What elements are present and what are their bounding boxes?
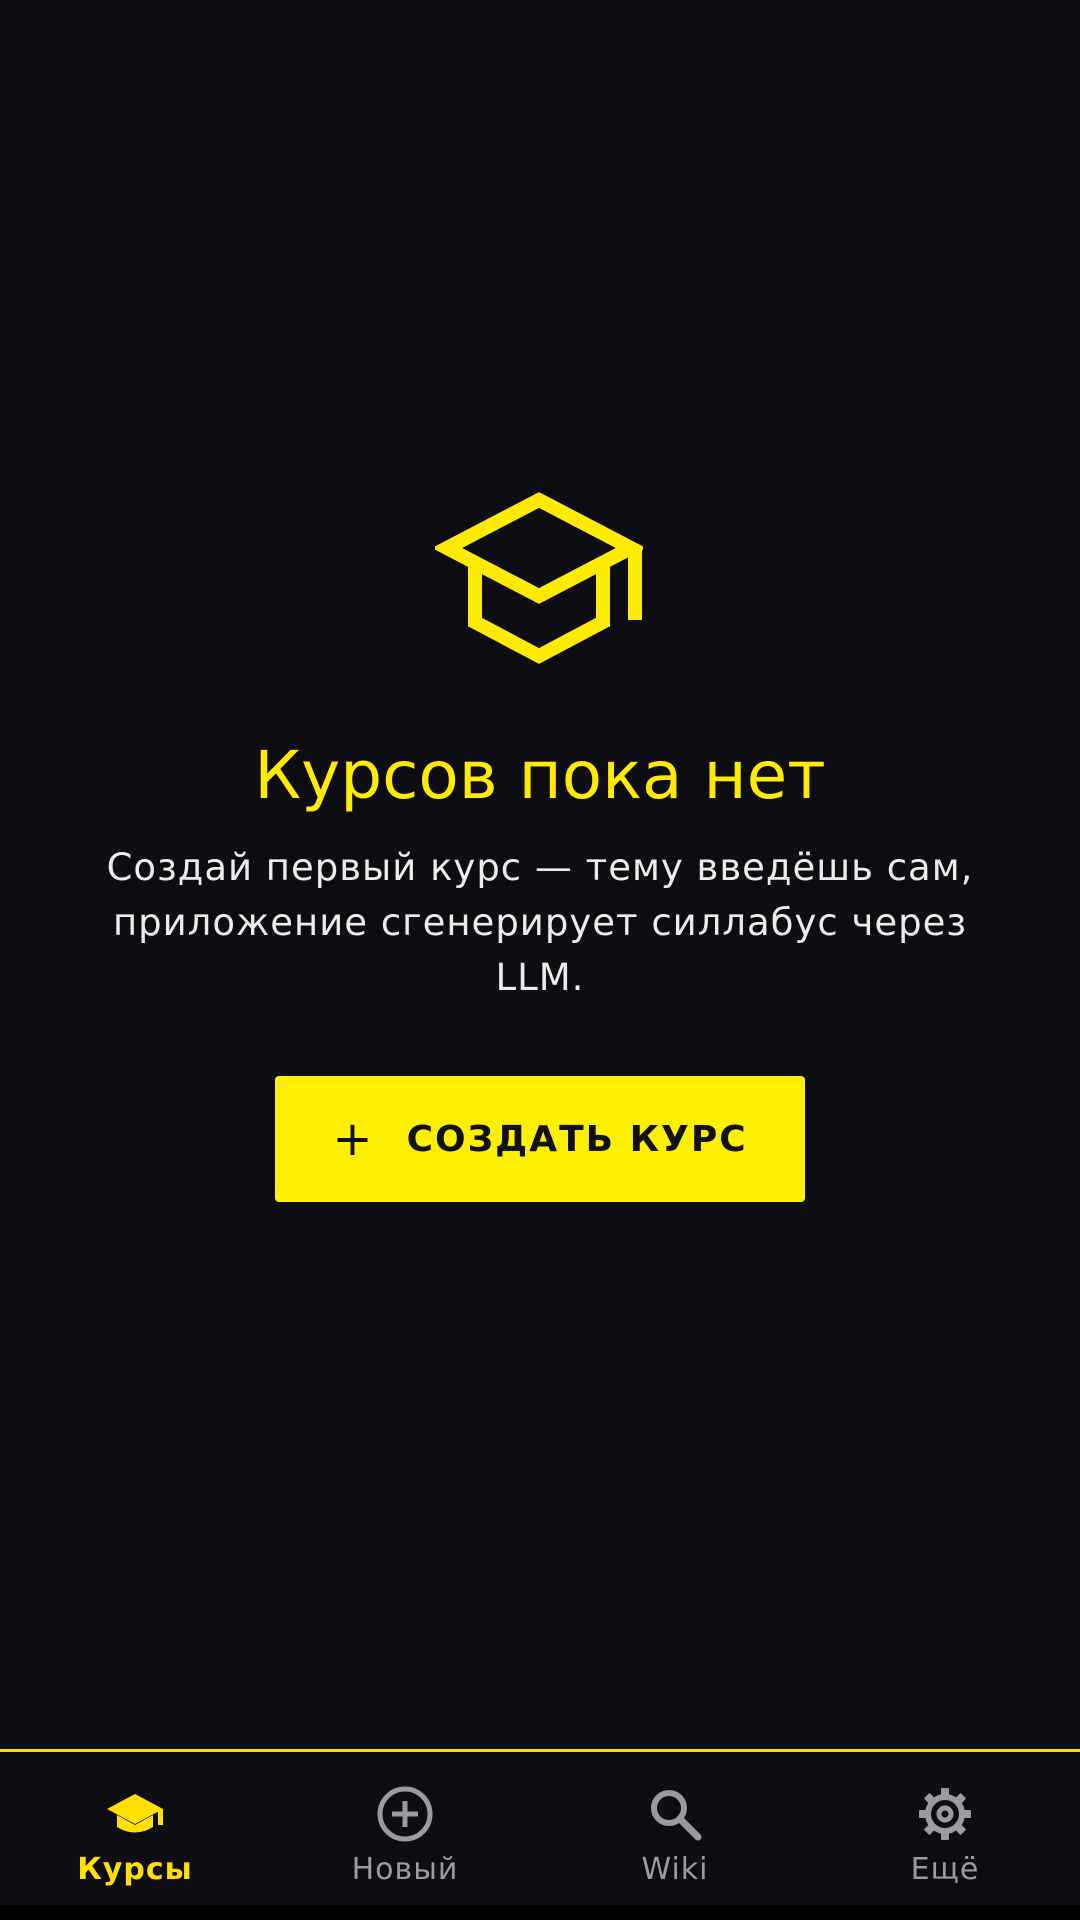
nav-item-courses[interactable]: Курсы [0, 1752, 270, 1908]
graduation-cap-icon [435, 492, 643, 664]
nav-item-new[interactable]: Новый [270, 1752, 540, 1908]
search-icon [651, 1790, 702, 1841]
add-circle-icon [377, 1786, 433, 1842]
nav-label-more: Ещё [910, 1852, 980, 1887]
empty-state-description: Создай первый курс — тему введёшь сам, п… [106, 846, 974, 999]
empty-state-title: Курсов пока нет [254, 737, 826, 814]
create-course-label: СОЗДАТЬ КУРС [406, 1118, 748, 1160]
nav-label-new: Новый [351, 1852, 459, 1887]
graduation-cap-icon [107, 1794, 163, 1833]
bottom-navigation: Курсы Новый Wiki Ещё [0, 1749, 1080, 1908]
plus-icon: + [332, 1111, 373, 1167]
nav-item-more[interactable]: Ещё [810, 1752, 1080, 1908]
nav-item-wiki[interactable]: Wiki [540, 1752, 810, 1908]
create-course-button[interactable]: + СОЗДАТЬ КУРС [275, 1076, 805, 1202]
nav-label-courses: Курсы [77, 1852, 193, 1887]
app-screen: Курсов пока нет Создай первый курс — тем… [0, 0, 1080, 1920]
gear-icon [919, 1788, 971, 1840]
nav-label-wiki: Wiki [641, 1852, 709, 1887]
system-navigation-bar [0, 1905, 1080, 1920]
